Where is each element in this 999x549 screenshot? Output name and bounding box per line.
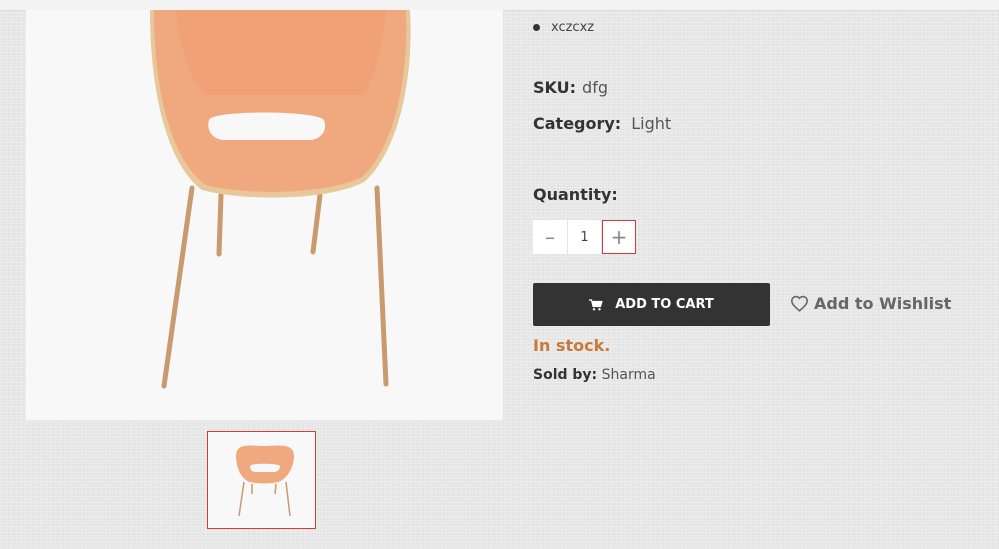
vendor-link[interactable]: Sharma <box>602 367 656 383</box>
quantity-label: Quantity: <box>533 185 618 204</box>
quantity-decrease-button[interactable]: – <box>533 220 567 254</box>
quantity-increase-button[interactable]: + <box>602 220 636 254</box>
quantity-stepper: – + <box>533 220 636 254</box>
bullet-dot-icon <box>533 24 540 31</box>
category-link[interactable]: Light <box>631 114 671 133</box>
sku-row: SKU: dfg <box>533 78 608 97</box>
product-thumbnail[interactable] <box>207 431 316 529</box>
chair-thumbnail-image <box>236 445 294 517</box>
add-to-cart-label: ADD TO CART <box>615 297 714 312</box>
sku-label: SKU: <box>533 78 577 97</box>
category-row: Category: Light <box>533 114 671 133</box>
category-label: Category: <box>533 114 622 133</box>
add-to-cart-button[interactable]: ADD TO CART <box>533 283 770 326</box>
heart-icon <box>790 295 809 312</box>
wishlist-label: Add to Wishlist <box>814 294 952 313</box>
sku-value: dfg <box>582 78 608 97</box>
feature-bullet-text: xczcxz <box>551 20 595 35</box>
cart-icon <box>589 298 603 310</box>
sold-by-label: Sold by: <box>533 367 598 383</box>
add-to-wishlist-link[interactable]: Add to Wishlist <box>790 294 951 313</box>
sold-by-row: Sold by: Sharma <box>533 367 656 383</box>
feature-bullet: xczcxz <box>533 20 594 35</box>
chair-image <box>150 10 411 389</box>
quantity-input[interactable] <box>567 220 602 254</box>
stock-status: In stock. <box>533 336 611 355</box>
product-main-image[interactable] <box>26 10 503 420</box>
